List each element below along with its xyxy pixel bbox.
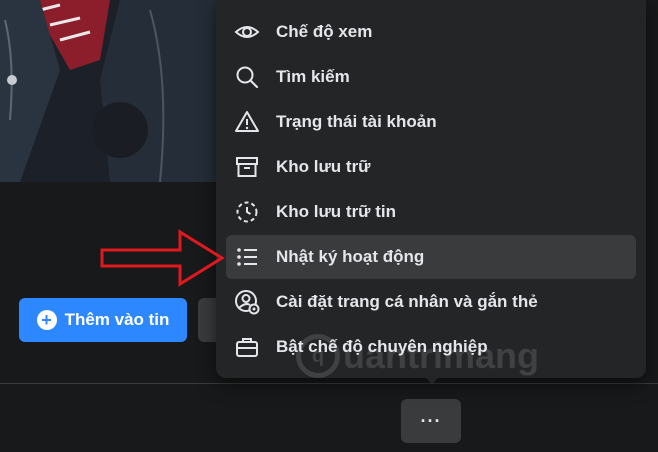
more-options-button[interactable]: ···	[401, 399, 461, 443]
briefcase-icon	[232, 332, 262, 362]
add-story-label: Thêm vào tin	[64, 310, 170, 329]
menu-item-story-archive[interactable]: Kho lưu trữ tin	[226, 190, 636, 234]
search-icon	[232, 62, 262, 92]
profile-divider	[0, 383, 658, 384]
plus-circle-icon: +	[36, 310, 57, 330]
profile-options-menu: Chế độ xem Tìm kiếm Trạng thái tài khoản…	[216, 0, 646, 378]
menu-item-view-as[interactable]: Chế độ xem	[226, 10, 636, 54]
menu-item-archive[interactable]: Kho lưu trữ	[226, 145, 636, 189]
menu-item-profile-settings[interactable]: Cài đặt trang cá nhân và gắn thẻ	[226, 280, 636, 324]
warning-icon	[232, 107, 262, 137]
menu-item-label: Kho lưu trữ tin	[276, 202, 396, 221]
menu-item-label: Cài đặt trang cá nhân và gắn thẻ	[276, 292, 538, 311]
red-arrow-icon	[100, 229, 225, 287]
profile-settings-icon	[232, 287, 262, 317]
profile-photo-image	[0, 0, 230, 182]
menu-item-professional-mode[interactable]: Bật chế độ chuyên nghiệp	[226, 325, 636, 369]
menu-item-label: Nhật ký hoạt động	[276, 247, 425, 266]
menu-item-label: Trạng thái tài khoản	[276, 112, 437, 131]
menu-item-label: Bật chế độ chuyên nghiệp	[276, 337, 488, 356]
menu-caret	[424, 376, 440, 384]
menu-item-label: Kho lưu trữ	[276, 157, 371, 176]
activity-list-icon	[232, 242, 262, 272]
story-archive-icon	[232, 197, 262, 227]
add-story-button[interactable]: + Thêm vào tin	[19, 298, 187, 342]
menu-item-activity-log[interactable]: Nhật ký hoạt động	[226, 235, 636, 279]
menu-item-account-status[interactable]: Trạng thái tài khoản	[226, 100, 636, 144]
menu-item-label: Chế độ xem	[276, 22, 373, 41]
eye-icon	[232, 17, 262, 47]
menu-item-label: Tìm kiếm	[276, 67, 350, 86]
archive-icon	[232, 152, 262, 182]
more-options-label: ···	[420, 410, 442, 431]
menu-item-search[interactable]: Tìm kiếm	[226, 55, 636, 99]
profile-photo[interactable]	[0, 0, 230, 182]
